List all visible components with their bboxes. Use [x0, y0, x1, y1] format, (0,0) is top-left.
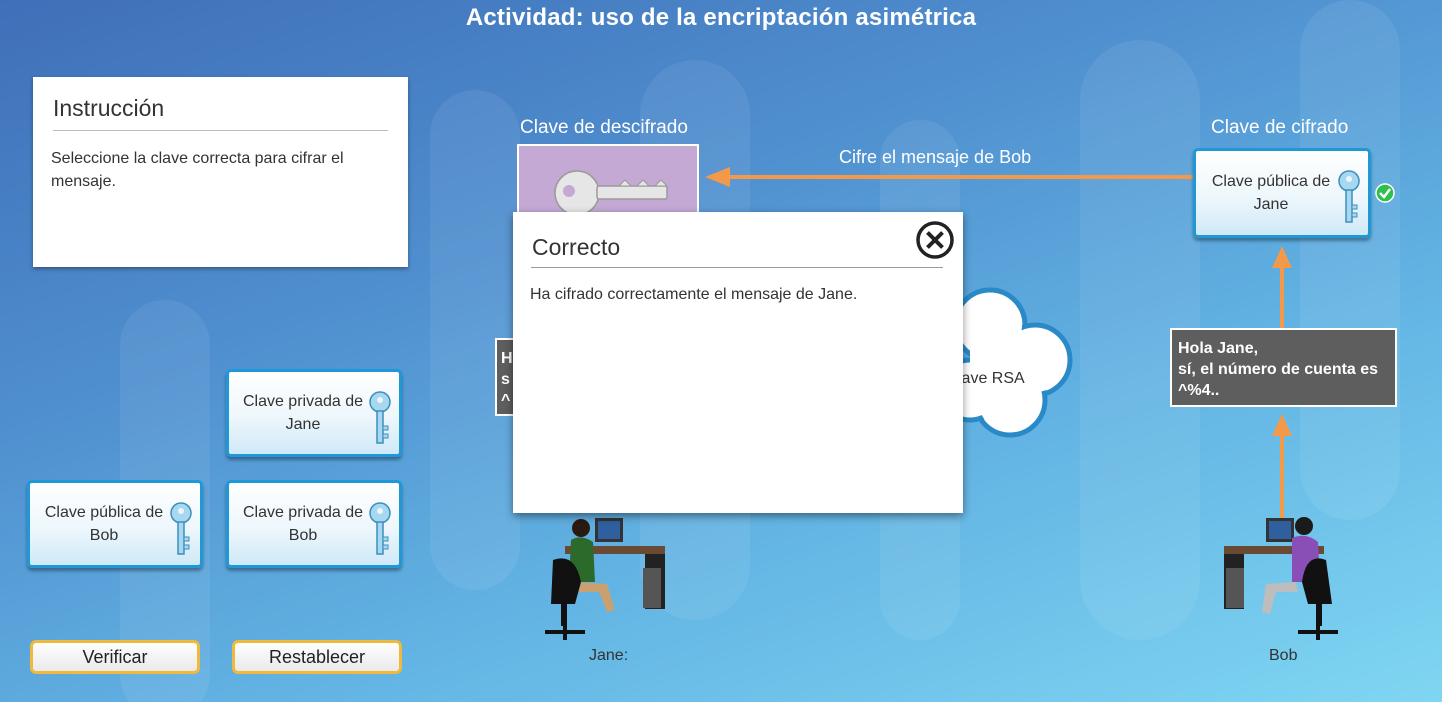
modal-text: Ha cifrado correctamente el mensaje de J…: [530, 286, 858, 303]
jane-workstation-icon: [545, 518, 665, 640]
bob-message-box: Hola Jane, sí, el número de cuenta es ^%…: [1170, 328, 1397, 407]
message-line: ^: [501, 392, 511, 409]
modal-title: Correcto: [531, 232, 943, 268]
message-line: Hola Jane,: [1178, 340, 1259, 357]
message-line: sí, el número de cuenta es: [1178, 361, 1379, 378]
cloud-label: lave RSA: [958, 370, 1025, 387]
bob-workstation-icon: [1224, 517, 1338, 640]
encryption-key-slot[interactable]: Clave pública de Jane: [1193, 148, 1371, 238]
correct-check-icon: [1375, 183, 1395, 203]
jane-label: Jane:: [589, 647, 629, 664]
message-line: ^%4..: [1178, 382, 1220, 399]
message-line: s: [501, 371, 510, 388]
message-line: H: [501, 350, 513, 367]
feedback-modal: Correcto Ha cifrado correctamente el men…: [513, 212, 963, 513]
close-circle-icon[interactable]: [915, 220, 955, 260]
placed-key-label: Clave pública de Jane: [1211, 173, 1331, 213]
bob-label: Bob: [1269, 647, 1298, 664]
key-icon: [1338, 170, 1360, 223]
